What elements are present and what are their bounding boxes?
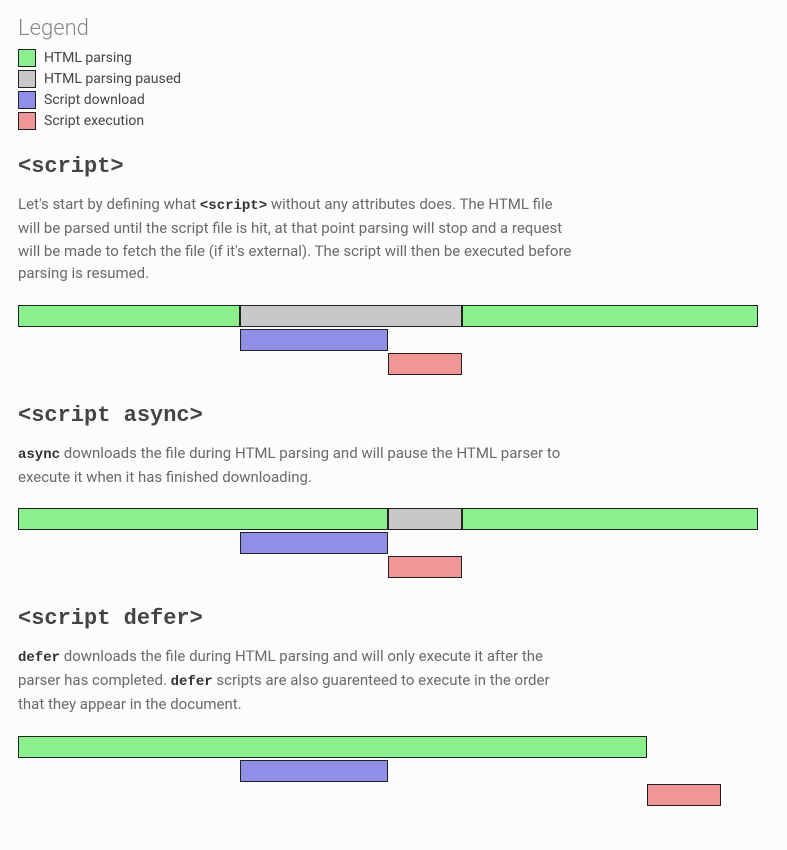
code-inline: <script> [200, 198, 267, 214]
timeline-bar-parse [18, 736, 647, 758]
section: <script async> async downloads the file d… [18, 403, 769, 581]
section-paragraph: async downloads the file during HTML par… [18, 442, 578, 489]
legend-label: HTML parsing paused [44, 71, 181, 87]
legend-title: Legend [18, 16, 769, 41]
section-paragraph: Let's start by defining what <script> wi… [18, 193, 578, 285]
legend-swatch [18, 70, 36, 88]
paragraph-text: downloads the file during HTML parsing a… [18, 444, 560, 486]
sections-container: <script>Let's start by defining what <sc… [18, 154, 769, 808]
legend-item: HTML parsing [18, 49, 769, 67]
section-heading: <script defer> [18, 606, 769, 631]
code-inline: defer [171, 674, 213, 690]
code-inline: defer [18, 650, 60, 666]
timeline-bar-parse [18, 305, 240, 327]
legend-item: Script download [18, 91, 769, 109]
section-heading: <script async> [18, 403, 769, 428]
timeline-bar-parse [462, 508, 758, 530]
legend-swatch [18, 112, 36, 130]
timeline-bar-download [240, 760, 388, 782]
timeline-bar-download [240, 329, 388, 351]
legend-item: HTML parsing paused [18, 70, 769, 88]
timeline-chart [18, 305, 758, 377]
timeline-bar-paused [240, 305, 462, 327]
timeline-bar-exec [388, 353, 462, 375]
timeline-bar-parse [462, 305, 758, 327]
section: <script defer> defer downloads the file d… [18, 606, 769, 808]
legend-swatch [18, 91, 36, 109]
legend: Legend HTML parsing HTML parsing paused Sc… [18, 16, 769, 130]
timeline-bar-parse [18, 508, 388, 530]
timeline-bar-exec [388, 556, 462, 578]
code-inline: async [18, 447, 60, 463]
timeline-bar-download [240, 532, 388, 554]
timeline-chart [18, 508, 758, 580]
legend-swatch [18, 49, 36, 67]
paragraph-text: Let's start by defining what [18, 195, 200, 213]
section-heading: <script> [18, 154, 769, 179]
section: <script>Let's start by defining what <sc… [18, 154, 769, 377]
timeline-bar-paused [388, 508, 462, 530]
legend-label: HTML parsing [44, 50, 132, 66]
legend-item: Script execution [18, 112, 769, 130]
section-paragraph: defer downloads the file during HTML par… [18, 645, 578, 716]
timeline-chart [18, 736, 758, 808]
legend-items: HTML parsing HTML parsing paused Script do… [18, 49, 769, 130]
legend-label: Script execution [44, 113, 144, 129]
legend-label: Script download [44, 92, 145, 108]
timeline-bar-exec [647, 784, 721, 806]
